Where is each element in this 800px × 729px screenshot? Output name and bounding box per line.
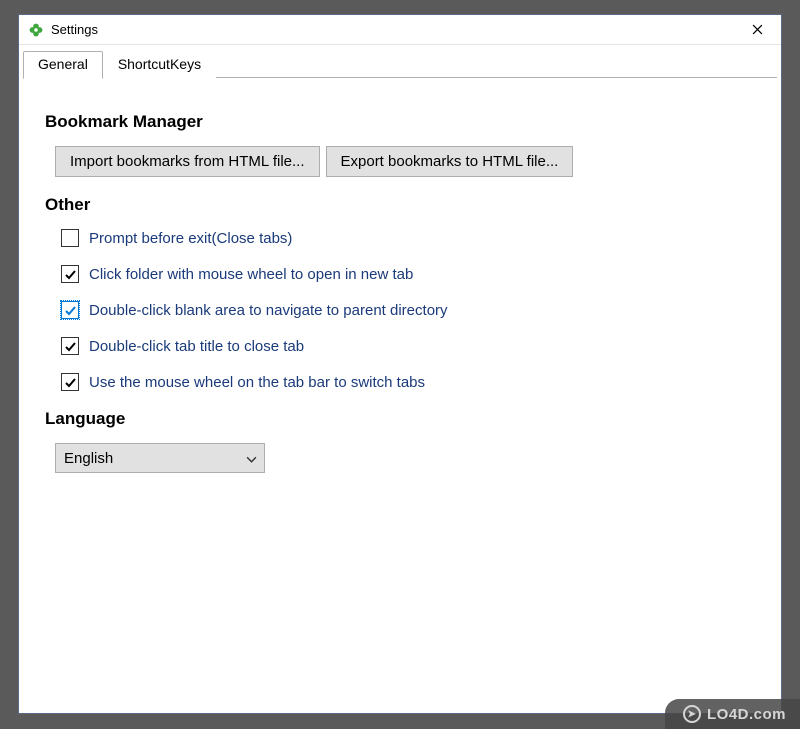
checkbox[interactable]	[61, 373, 79, 391]
tab-shortcutkeys[interactable]: ShortcutKeys	[103, 51, 216, 78]
option-double-click-blank[interactable]: Double-click blank area to navigate to p…	[61, 301, 755, 319]
close-button[interactable]	[735, 16, 779, 44]
section-heading-bookmark: Bookmark Manager	[45, 112, 755, 132]
export-bookmarks-button[interactable]: Export bookmarks to HTML file...	[326, 146, 574, 177]
option-double-click-tab-close[interactable]: Double-click tab title to close tab	[61, 337, 755, 355]
checkbox[interactable]	[61, 301, 79, 319]
tab-content: Bookmark Manager Import bookmarks from H…	[19, 78, 781, 713]
language-select[interactable]: English	[55, 443, 265, 473]
language-select-wrap: English	[55, 443, 265, 473]
section-heading-language: Language	[45, 409, 755, 429]
settings-window: Settings General ShortcutKeys Bookmark M…	[18, 14, 782, 714]
checkbox[interactable]	[61, 337, 79, 355]
option-click-folder-wheel[interactable]: Click folder with mouse wheel to open in…	[61, 265, 755, 283]
import-bookmarks-button[interactable]: Import bookmarks from HTML file...	[55, 146, 320, 177]
option-mouse-wheel-switch-tabs[interactable]: Use the mouse wheel on the tab bar to sw…	[61, 373, 755, 391]
clover-icon	[27, 21, 45, 39]
watermark-text: LO4D.com	[707, 706, 786, 723]
option-prompt-before-exit[interactable]: Prompt before exit(Close tabs)	[61, 229, 755, 247]
checkbox[interactable]	[61, 265, 79, 283]
language-selected-value: English	[64, 450, 113, 467]
option-label: Click folder with mouse wheel to open in…	[89, 266, 413, 283]
option-label: Double-click blank area to navigate to p…	[89, 302, 448, 319]
tabs-row: General ShortcutKeys	[19, 45, 781, 78]
option-label: Double-click tab title to close tab	[89, 338, 304, 355]
section-heading-other: Other	[45, 195, 755, 215]
title-bar: Settings	[19, 15, 781, 45]
tab-label: General	[38, 56, 88, 72]
window-title: Settings	[51, 22, 735, 37]
bookmark-button-row: Import bookmarks from HTML file... Expor…	[55, 146, 755, 177]
other-options-list: Prompt before exit(Close tabs) Click fol…	[61, 229, 755, 391]
option-label: Prompt before exit(Close tabs)	[89, 230, 292, 247]
tab-label: ShortcutKeys	[118, 56, 201, 72]
watermark-icon: ➤	[683, 705, 701, 723]
watermark: ➤ LO4D.com	[665, 699, 800, 729]
tab-general[interactable]: General	[23, 51, 103, 79]
option-label: Use the mouse wheel on the tab bar to sw…	[89, 374, 425, 391]
checkbox[interactable]	[61, 229, 79, 247]
